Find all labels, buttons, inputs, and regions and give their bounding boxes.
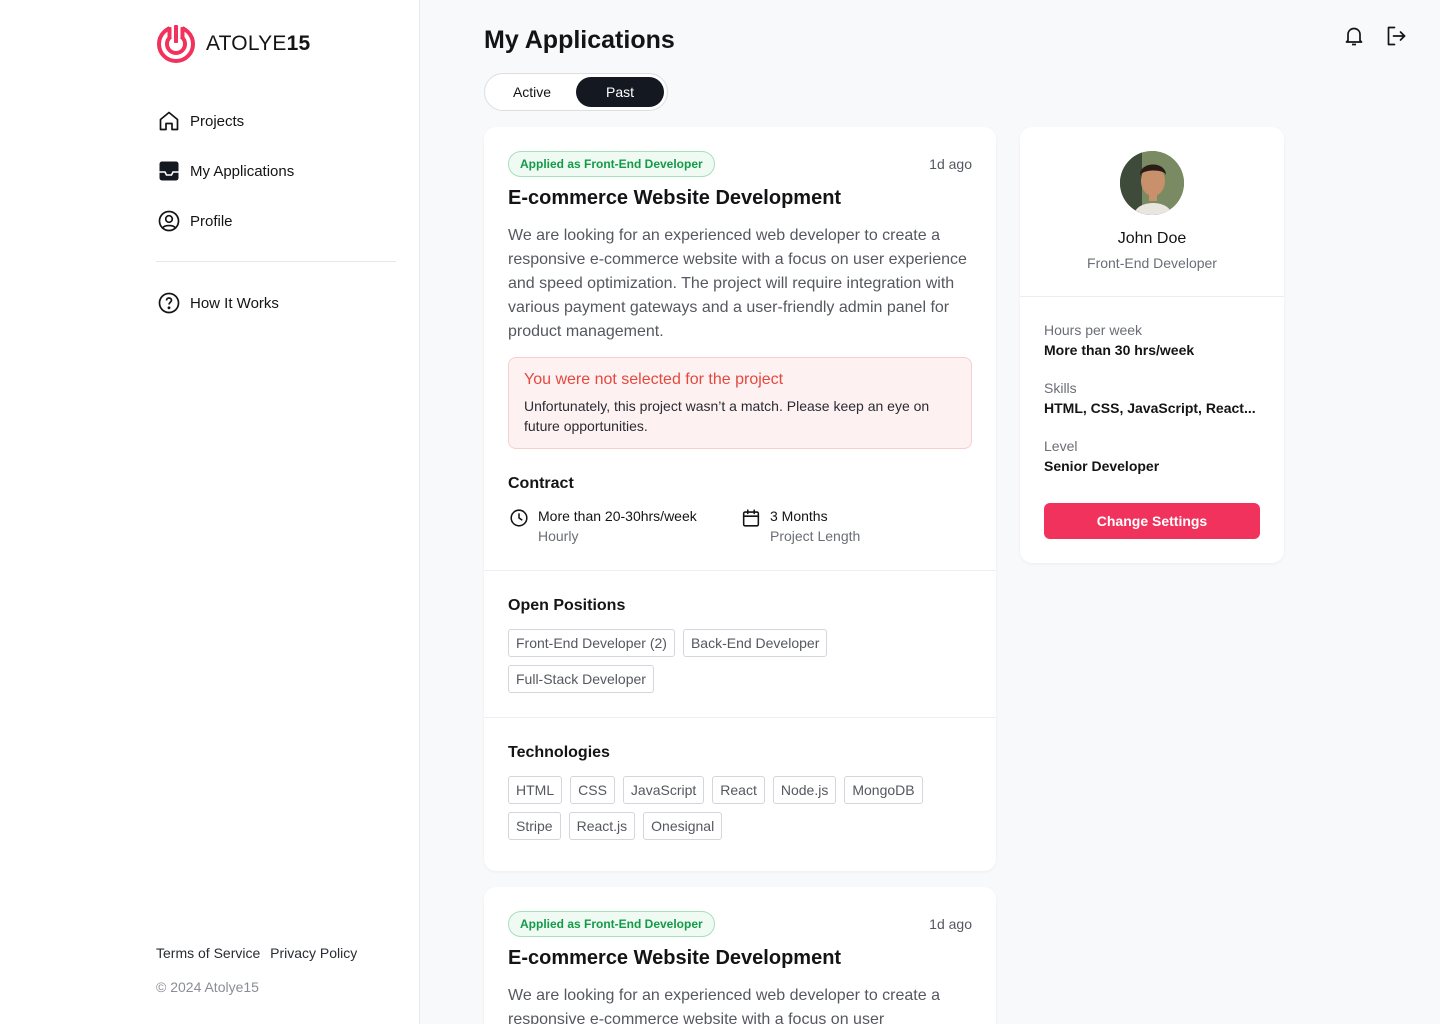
tech-tag: MongoDB (844, 776, 923, 804)
hours-value: More than 20-30hrs/week (538, 508, 697, 524)
contract-hours: More than 20-30hrs/week Hourly (508, 506, 740, 546)
clock-icon (510, 509, 528, 527)
calendar-icon (742, 509, 760, 527)
privacy-link[interactable]: Privacy Policy (270, 945, 357, 961)
power-logo-icon (157, 24, 195, 63)
section-title: Technologies (508, 744, 610, 761)
skills-field: Skills HTML, CSS, JavaScript, React... (1044, 380, 1260, 416)
main-nav: Projects My Applications Profile (156, 106, 396, 256)
section-title: Contract (508, 475, 574, 492)
tech-tag: Stripe (508, 812, 561, 840)
length-label: Project Length (770, 528, 861, 544)
tech-tag: React (712, 776, 765, 804)
terms-link[interactable]: Terms of Service (156, 945, 260, 961)
nav-item-profile[interactable]: Profile (156, 206, 396, 236)
field-value: Senior Developer (1044, 458, 1160, 474)
user-circle-icon (158, 210, 180, 232)
copyright: © 2024 Atolye15 (156, 979, 259, 995)
tech-tag: CSS (570, 776, 615, 804)
toggle-active[interactable]: Active (488, 77, 576, 107)
application-card: Applied as Front-End Developer 1d ago E-… (484, 127, 996, 871)
inbox-icon (159, 161, 179, 181)
project-description: We are looking for an experienced web de… (508, 987, 940, 1024)
tech-tag: Onesignal (643, 812, 723, 840)
nav-label: How It Works (190, 294, 279, 312)
hours-field: Hours per week More than 30 hrs/week (1044, 322, 1260, 358)
profile-role: Front-End Developer (1087, 255, 1217, 271)
open-positions-section: Open Positions Front-End Developer (2) B… (484, 571, 996, 717)
change-settings-button[interactable]: Change Settings (1044, 503, 1260, 539)
length-value: 3 Months (770, 508, 828, 524)
position-tag: Back-End Developer (682, 629, 828, 657)
nav-item-how-it-works[interactable]: How It Works (156, 288, 396, 318)
sidebar: ATOLYE15 Projects My Applications Profil… (0, 0, 420, 1024)
tech-tag: React.js (568, 812, 636, 840)
secondary-nav: How It Works (156, 288, 396, 338)
tech-tag: JavaScript (622, 776, 705, 804)
profile-name: John Doe (1117, 230, 1187, 247)
technology-tags: HTML CSS JavaScript React Node.js MongoD… (508, 776, 972, 840)
toggle-past[interactable]: Past (576, 77, 664, 107)
status-toggle: Active Past (484, 73, 668, 111)
footer-links: Terms of Service Privacy Policy (156, 945, 363, 961)
field-label: Skills (1044, 380, 1077, 396)
profile-card: John Doe Front-End Developer Hours per w… (1020, 127, 1284, 563)
field-value: More than 30 hrs/week (1044, 342, 1195, 358)
time-ago: 1d ago (929, 156, 972, 172)
nav-label: My Applications (190, 162, 295, 180)
tech-tag: HTML (508, 776, 563, 804)
alert-title: You were not selected for the project (524, 371, 784, 388)
logout-icon[interactable] (1384, 24, 1408, 48)
avatar-portrait-icon (1120, 151, 1184, 215)
hours-type: Hourly (538, 528, 579, 544)
help-icon (158, 292, 180, 314)
home-icon (159, 111, 179, 131)
field-value: HTML, CSS, JavaScript, React... (1044, 400, 1256, 416)
alert-text: Unfortunately, this project wasn’t a mat… (524, 398, 930, 434)
nav-divider (156, 261, 396, 262)
position-tag: Front-End Developer (2) (508, 629, 675, 657)
field-label: Level (1044, 438, 1078, 454)
project-title[interactable]: E-commerce Website Development (508, 187, 972, 210)
nav-label: Profile (190, 212, 233, 230)
positions-tags: Front-End Developer (2) Back-End Develop… (508, 629, 972, 693)
time-ago: 1d ago (929, 916, 972, 932)
brand-name: ATOLYE15 (206, 32, 311, 55)
project-title[interactable]: E-commerce Website Development (508, 947, 972, 970)
divider (1020, 296, 1284, 297)
nav-item-projects[interactable]: Projects (156, 106, 396, 136)
applied-role-badge: Applied as Front-End Developer (508, 151, 715, 177)
technologies-section: Technologies HTML CSS JavaScript React N… (484, 718, 996, 864)
nav-item-my-applications[interactable]: My Applications (156, 156, 396, 186)
avatar (1120, 151, 1184, 215)
application-card: Applied as Front-End Developer 1d ago E-… (484, 887, 996, 1024)
brand-logo[interactable]: ATOLYE15 (156, 24, 310, 64)
section-title: Open Positions (508, 597, 626, 614)
rejection-alert: You were not selected for the project Un… (508, 357, 972, 449)
contract-section: Contract More than 20-30hrs/week Hourly (508, 475, 972, 546)
field-label: Hours per week (1044, 322, 1143, 338)
tech-tag: Node.js (772, 776, 837, 804)
contract-length: 3 Months Project Length (740, 506, 972, 546)
project-description: We are looking for an experienced web de… (508, 227, 967, 340)
applied-role-badge: Applied as Front-End Developer (508, 911, 715, 937)
page-title: My Applications (484, 26, 675, 54)
position-tag: Full-Stack Developer (508, 665, 654, 693)
level-field: Level Senior Developer (1044, 438, 1260, 474)
nav-label: Projects (190, 112, 245, 130)
header-actions (1342, 24, 1408, 48)
bell-icon[interactable] (1342, 24, 1366, 48)
